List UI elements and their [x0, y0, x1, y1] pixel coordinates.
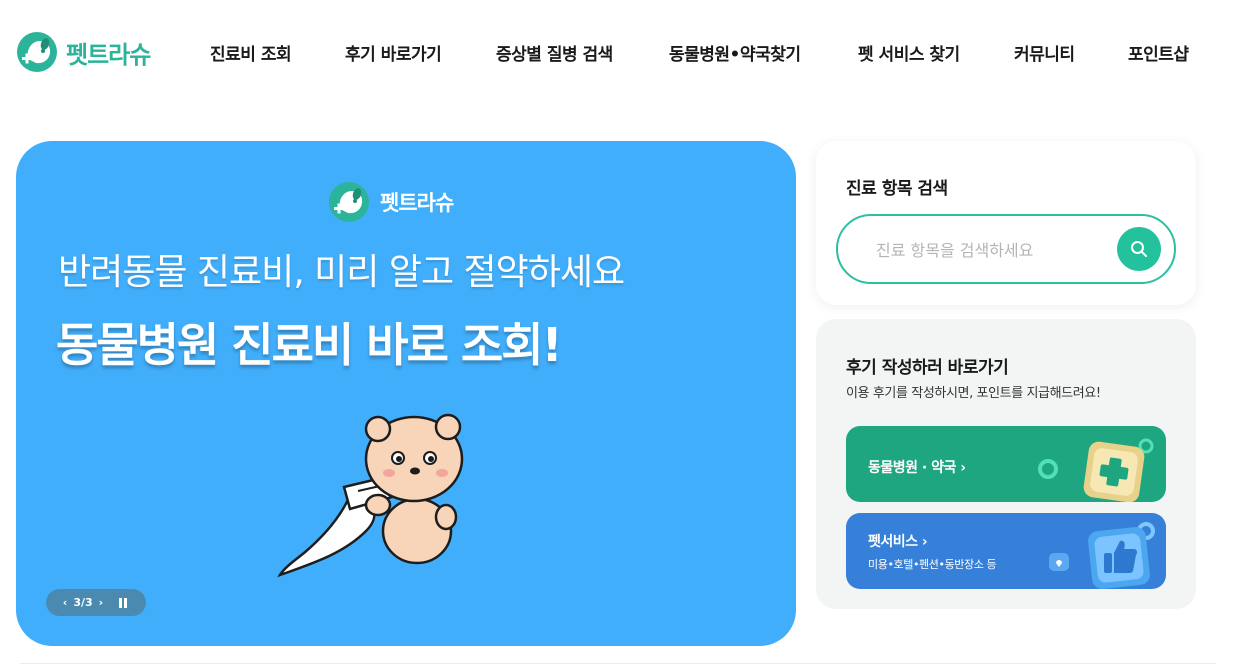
nav-item-community[interactable]: 커뮤니티: [1014, 40, 1075, 65]
search-box: [836, 214, 1176, 284]
thumbs-up-icon: [1049, 522, 1155, 589]
review-title: 후기 작성하러 바로가기: [846, 358, 1009, 378]
nav-item-pet-service[interactable]: 펫 서비스 찾기: [858, 40, 960, 65]
pause-icon[interactable]: [119, 597, 129, 608]
hero-banner[interactable]: 펫트라슈 반려동물 진료비, 미리 알고 절약하세요 동물병원 진료비 바로 조…: [16, 141, 796, 646]
card-subtitle: 미용•호텔•펜션•동반장소 등: [868, 558, 997, 571]
nav-item-price-lookup[interactable]: 진료비 조회: [210, 40, 292, 65]
pager-prev-button[interactable]: ‹: [63, 596, 68, 609]
nav-item-symptom-search[interactable]: 증상별 질병 검색: [496, 40, 613, 65]
banner-pager: ‹ 3/3 ›: [46, 589, 146, 616]
pager-count: 3/3: [73, 596, 93, 609]
review-panel: 후기 작성하러 바로가기 이용 후기를 작성하시면, 포인트를 지급해드려요! …: [816, 319, 1196, 609]
card-label: 펫서비스 ›: [868, 534, 928, 550]
pet-service-review-card[interactable]: 펫서비스 › 미용•호텔•펜션•동반장소 등: [846, 513, 1166, 589]
hospital-pharmacy-review-card[interactable]: 동물병원 · 약국 ›: [846, 426, 1166, 502]
banner-brand: 펫트라슈: [328, 181, 454, 223]
nav-item-reviews[interactable]: 후기 바로가기: [345, 40, 442, 65]
search-input[interactable]: [876, 236, 1106, 264]
bear-mascot-illustration: [277, 413, 464, 578]
search-title: 진료 항목 검색: [846, 179, 948, 199]
banner-brand-name: 펫트라슈: [380, 191, 454, 215]
card-label: 동물병원 · 약국 ›: [868, 460, 966, 476]
header: 펫트라슈 진료비 조회 후기 바로가기 증상별 질병 검색 동물병원•약국찾기 …: [0, 0, 1236, 104]
search-panel: 진료 항목 검색: [816, 141, 1196, 305]
main-nav: 진료비 조회 후기 바로가기 증상별 질병 검색 동물병원•약국찾기 펫 서비스…: [0, 40, 1236, 65]
search-icon: [1131, 241, 1147, 257]
pager-next-button[interactable]: ›: [99, 596, 104, 609]
banner-headline: 동물병원 진료비 바로 조회!: [56, 318, 563, 372]
nav-item-hospital-pharmacy[interactable]: 동물병원•약국찾기: [669, 40, 801, 65]
banner-subheadline: 반려동물 진료비, 미리 알고 절약하세요: [58, 252, 625, 293]
medical-cross-icon: [1038, 438, 1154, 502]
nav-item-point-shop[interactable]: 포인트샵: [1128, 40, 1189, 65]
search-button[interactable]: [1117, 227, 1161, 271]
review-description: 이용 후기를 작성하시면, 포인트를 지급해드려요!: [846, 386, 1101, 401]
divider: [20, 663, 1216, 664]
pet-logo-icon: [329, 182, 369, 222]
